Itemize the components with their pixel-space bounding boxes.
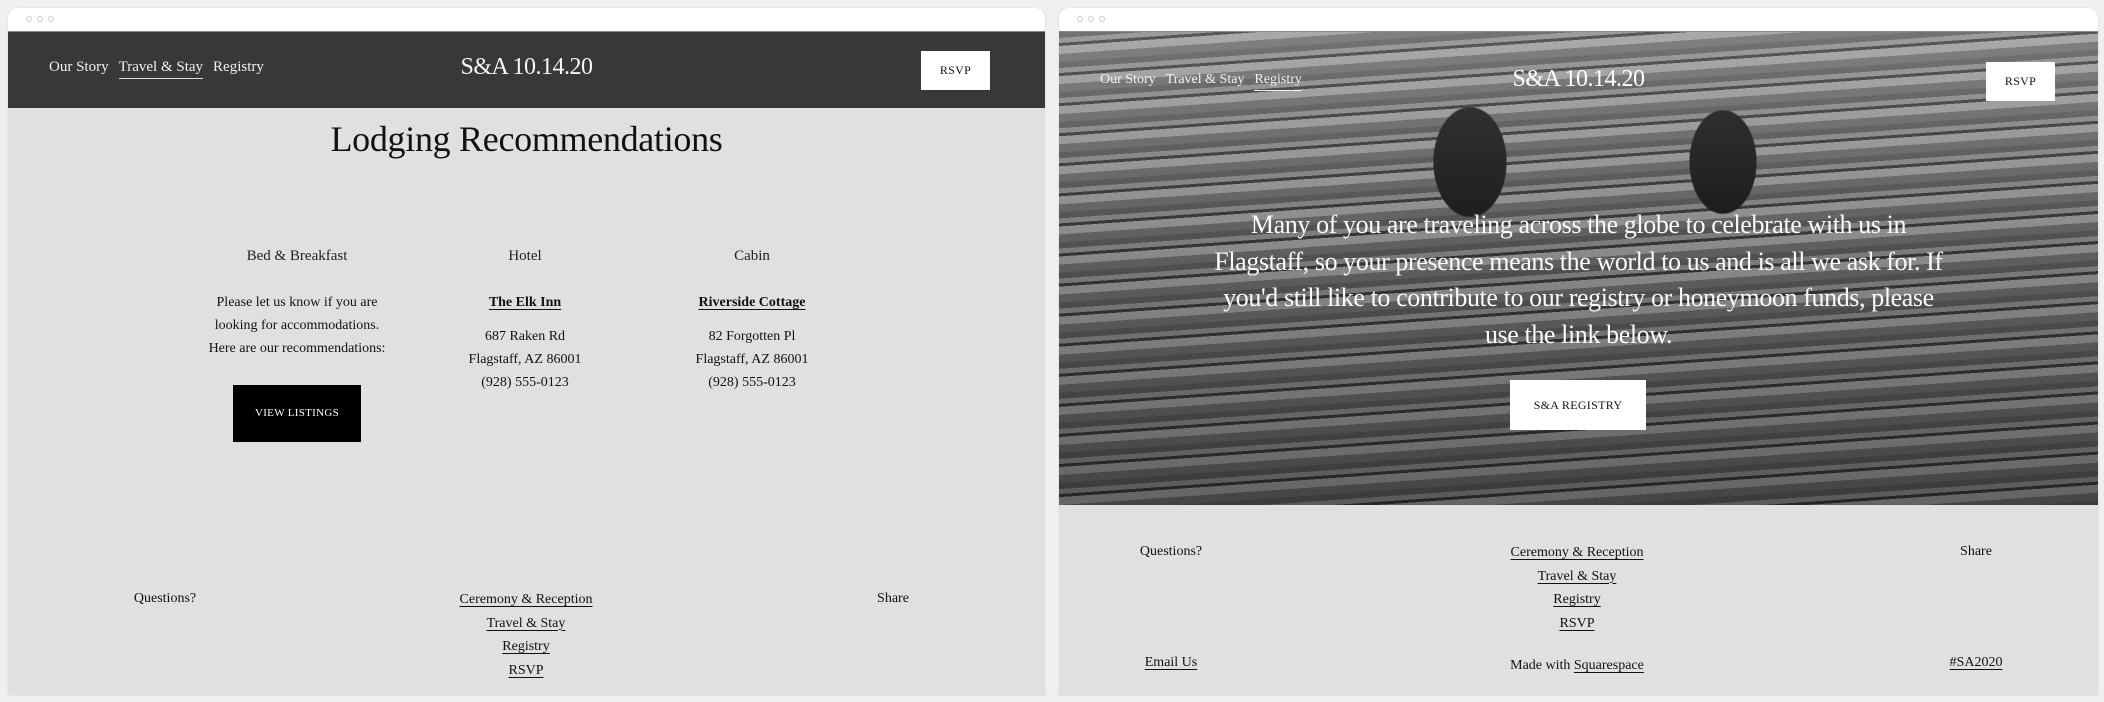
made-with-credit: Made with Squarespace (1477, 658, 1677, 674)
email-us-link[interactable]: Email Us (1145, 655, 1198, 670)
footer-link-ceremony[interactable]: Ceremony & Reception (1477, 541, 1677, 565)
registry-message: Many of you are traveling across the glo… (1214, 210, 1943, 349)
window-dot-icon[interactable] (37, 16, 43, 22)
footer-link-rsvp[interactable]: RSVP (1477, 612, 1677, 636)
column-heading: Cabin (734, 248, 770, 264)
footer-link-travel[interactable]: Travel & Stay (1477, 565, 1677, 589)
bnb-text-line: Please let us know if you are (216, 295, 378, 310)
hashtag-link[interactable]: #SA2020 (1950, 655, 2003, 670)
hotel-column: Hotel The Elk Inn 687 Raken Rd Flagstaff… (405, 245, 645, 394)
rsvp-button[interactable]: RSVP (1986, 62, 2055, 101)
window-dot-icon[interactable] (1077, 16, 1083, 22)
travel-stay-page-window: Our Story Travel & Stay Registry S&A 10.… (8, 8, 1045, 695)
cabin-name-link[interactable]: Riverside Cottage (632, 291, 872, 314)
window-controls (26, 16, 54, 22)
window-dot-icon[interactable] (1099, 16, 1105, 22)
registry-button[interactable]: S&A REGISTRY (1510, 380, 1646, 430)
window-dot-icon[interactable] (26, 16, 32, 22)
cabin-column: Cabin Riverside Cottage 82 Forgotten Pl … (632, 245, 872, 394)
hotel-address-line: 687 Raken Rd (484, 329, 566, 344)
window-dot-icon[interactable] (48, 16, 54, 22)
footer-nav: Ceremony & Reception Travel & Stay Regis… (426, 588, 626, 682)
column-heading: Bed & Breakfast (246, 248, 348, 264)
footer-questions: Questions? (133, 591, 197, 606)
footer-link-registry[interactable]: Registry (1477, 588, 1677, 612)
footer-hashtag-wrap: #SA2020 (1926, 655, 2026, 671)
footer-link-registry[interactable]: Registry (426, 635, 626, 659)
cabin-phone: (928) 555-0123 (708, 375, 796, 390)
site-logo[interactable]: S&A 10.14.20 (1059, 66, 2098, 93)
footer-link-ceremony[interactable]: Ceremony & Reception (426, 588, 626, 612)
registry-page-window: Our Story Travel & Stay Registry S&A 10.… (1059, 8, 2098, 695)
squarespace-link[interactable]: Squarespace (1574, 658, 1644, 673)
footer-link-travel[interactable]: Travel & Stay (426, 612, 626, 636)
cabin-city-line: Flagstaff, AZ 86001 (695, 352, 809, 367)
site-header: Our Story Travel & Stay Registry S&A 10.… (8, 32, 1045, 108)
rsvp-button[interactable]: RSVP (921, 51, 990, 90)
made-with-text: Made with (1510, 658, 1574, 673)
page-title: Lodging Recommendations (330, 119, 723, 159)
window-controls (1077, 16, 1105, 22)
hotel-name-link[interactable]: The Elk Inn (405, 291, 645, 314)
footer-questions: Questions? (1139, 544, 1203, 559)
footer-share: Share (1960, 544, 1992, 559)
bnb-text-line: Here are our recommendations: (208, 341, 386, 356)
footer-email-wrap: Email Us (1111, 655, 1231, 671)
column-heading: Hotel (508, 248, 542, 264)
browser-chrome (1059, 8, 2098, 32)
hotel-phone: (928) 555-0123 (481, 375, 569, 390)
view-listings-button[interactable]: VIEW LISTINGS (232, 385, 362, 442)
browser-chrome (8, 8, 1045, 32)
footer-share: Share (877, 591, 909, 606)
footer-nav: Ceremony & Reception Travel & Stay Regis… (1477, 541, 1677, 635)
hero-image-couple-in-water: Our Story Travel & Stay Registry S&A 10.… (1059, 32, 2098, 505)
cabin-address-line: 82 Forgotten Pl (708, 329, 796, 344)
hotel-city-line: Flagstaff, AZ 86001 (468, 352, 582, 367)
window-dot-icon[interactable] (1088, 16, 1094, 22)
site-logo[interactable]: S&A 10.14.20 (8, 54, 1045, 81)
bnb-column: Bed & Breakfast Please let us know if yo… (177, 245, 417, 442)
footer-link-rsvp[interactable]: RSVP (426, 659, 626, 683)
bnb-text-line: looking for accommodations. (214, 318, 380, 333)
